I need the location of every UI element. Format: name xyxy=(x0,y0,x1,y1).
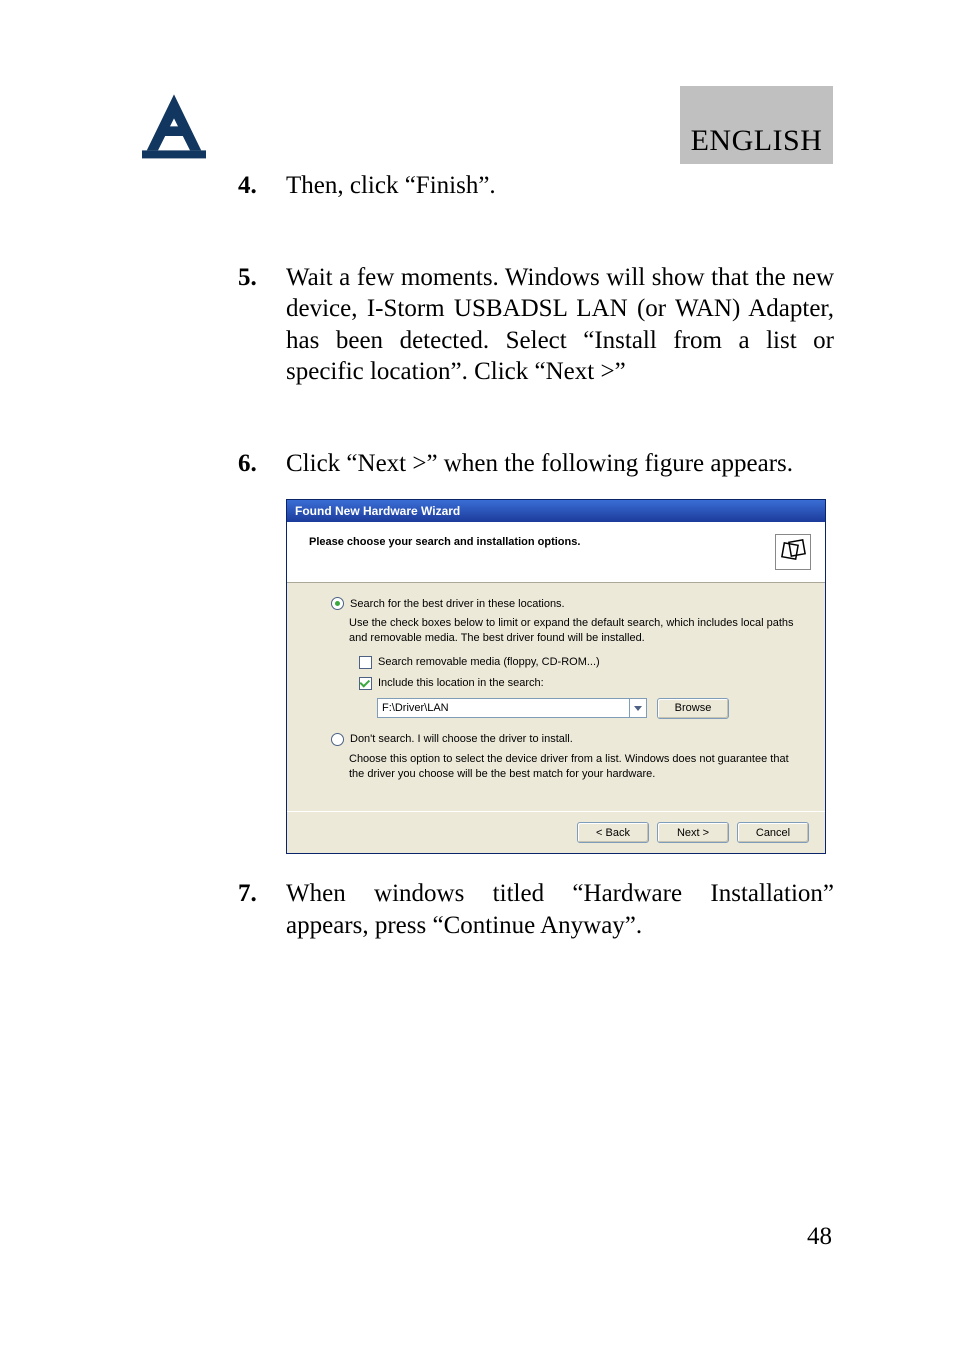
next-button[interactable]: Next > xyxy=(657,822,729,843)
button-label: < Back xyxy=(596,827,630,839)
instruction-list: 4. Then, click “Finish”. 5. Wait a few m… xyxy=(238,170,834,1001)
checkbox-label: Include this location in the search: xyxy=(378,677,544,689)
location-path-row: F:\Driver\LAN Browse xyxy=(377,698,805,719)
step-number: 4. xyxy=(238,170,286,202)
button-label: Browse xyxy=(675,702,712,714)
step-number: 6. xyxy=(238,448,286,480)
step-text: Then, click “Finish”. xyxy=(286,170,834,202)
instruction-step: 4. Then, click “Finish”. xyxy=(238,170,834,202)
dialog-body: Search for the best driver in these loca… xyxy=(287,583,825,811)
radio-search-locations[interactable]: Search for the best driver in these loca… xyxy=(331,597,805,610)
instruction-step: 6. Click “Next >” when the following fig… xyxy=(238,448,834,480)
dialog-title: Found New Hardware Wizard xyxy=(295,504,460,518)
step-text: When windows titled “Hardware Installati… xyxy=(286,878,834,941)
location-combobox[interactable]: F:\Driver\LAN xyxy=(377,698,647,718)
dialog-figure: Found New Hardware Wizard Please choose … xyxy=(286,499,834,854)
checkbox-include-location[interactable]: Include this location in the search: xyxy=(359,677,805,690)
radio-label: Search for the best driver in these loca… xyxy=(350,598,565,610)
language-text: ENGLISH xyxy=(691,124,823,158)
dialog-header: Please choose your search and installati… xyxy=(287,522,825,583)
radio-dont-search[interactable]: Don't search. I will choose the driver t… xyxy=(331,733,805,746)
step-number: 5. xyxy=(238,262,286,388)
instruction-step: 7. When windows titled “Hardware Install… xyxy=(238,878,834,941)
step-number: 7. xyxy=(238,878,286,941)
chevron-down-icon xyxy=(629,699,646,717)
dialog-heading: Please choose your search and installati… xyxy=(309,534,580,548)
button-label: Next > xyxy=(677,827,709,839)
button-label: Cancel xyxy=(756,827,790,839)
dialog-button-row: < Back Next > Cancel xyxy=(287,811,825,853)
radio-label: Don't search. I will choose the driver t… xyxy=(350,733,573,745)
brand-logo xyxy=(134,88,214,168)
back-button[interactable]: < Back xyxy=(577,822,649,843)
browse-button[interactable]: Browse xyxy=(657,698,729,719)
step-text: Wait a few moments. Windows will show th… xyxy=(286,262,834,388)
option-description: Choose this option to select the device … xyxy=(349,752,805,782)
cancel-button[interactable]: Cancel xyxy=(737,822,809,843)
page-number: 48 xyxy=(807,1223,832,1251)
dialog-titlebar: Found New Hardware Wizard xyxy=(287,500,825,522)
combobox-value: F:\Driver\LAN xyxy=(382,702,449,714)
checkbox-icon xyxy=(359,677,372,690)
step-text: Click “Next >” when the following figure… xyxy=(286,448,834,480)
document-page: ENGLISH 4. Then, click “Finish”. 5. Wait… xyxy=(0,0,954,1351)
checkbox-label: Search removable media (floppy, CD-ROM..… xyxy=(378,656,600,668)
instruction-step: 5. Wait a few moments. Windows will show… xyxy=(238,262,834,388)
checkbox-removable-media[interactable]: Search removable media (floppy, CD-ROM..… xyxy=(359,656,805,669)
option-dont-search: Don't search. I will choose the driver t… xyxy=(331,733,805,782)
hardware-icon xyxy=(775,534,811,570)
option-description: Use the check boxes below to limit or ex… xyxy=(349,616,805,646)
radio-icon xyxy=(331,597,344,610)
language-badge: ENGLISH xyxy=(680,86,833,164)
radio-icon xyxy=(331,733,344,746)
checkbox-icon xyxy=(359,656,372,669)
wizard-dialog: Found New Hardware Wizard Please choose … xyxy=(286,499,826,854)
